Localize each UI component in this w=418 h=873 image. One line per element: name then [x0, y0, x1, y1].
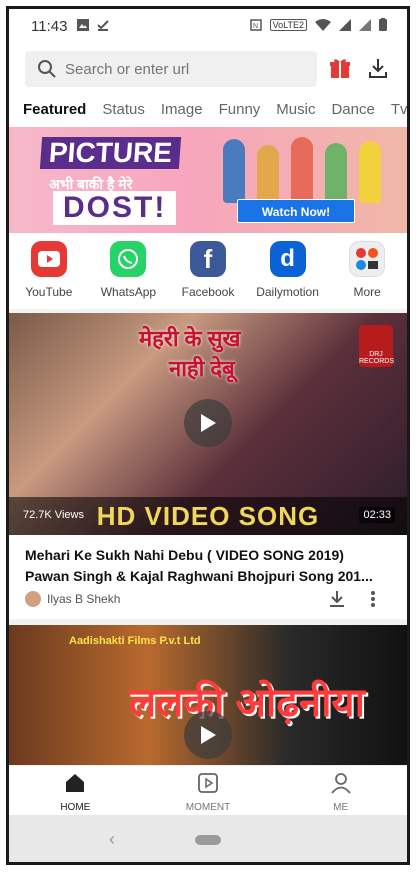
wifi-icon [315, 18, 331, 31]
banner-figure [359, 141, 381, 203]
moment-icon [198, 773, 218, 793]
app-label: YouTube [25, 285, 73, 299]
thumbnail-text: Aadishakti Films P.v.t Ltd [69, 635, 201, 647]
nav-home[interactable]: HOME [35, 766, 115, 815]
app-label: Facebook [181, 285, 235, 299]
status-bar: 11:43 N VoLTE2 [9, 9, 407, 45]
tab-music[interactable]: Music [268, 95, 323, 127]
thumbnail-text: नाही देबू [169, 356, 235, 381]
tab-featured[interactable]: Featured [9, 95, 94, 127]
notification-icons [77, 19, 109, 31]
search-input[interactable] [65, 51, 305, 87]
signal-2-icon [359, 18, 371, 31]
tab-funny[interactable]: Funny [211, 95, 269, 127]
app-shortcuts: YouTube WhatsApp f Facebook d Dailymotio… [9, 241, 407, 309]
play-button[interactable] [184, 711, 232, 759]
tab-status[interactable]: Status [94, 95, 153, 127]
banner-figure [291, 137, 313, 203]
battery-icon [379, 18, 387, 31]
search-icon [38, 60, 56, 78]
app-more[interactable]: More [331, 241, 403, 309]
thumbnail-text: ललकी ओढ़नीया [129, 681, 365, 725]
banner-figure [257, 145, 279, 203]
app-label: More [353, 285, 381, 299]
play-icon [201, 414, 216, 432]
profile-icon [330, 773, 351, 794]
video-info: Mehari Ke Sukh Nahi Debu ( VIDEO SONG 20… [9, 535, 407, 623]
channel-logo: DRJ RECORDS [359, 325, 394, 367]
avatar [25, 591, 41, 607]
home-pill[interactable] [195, 835, 221, 845]
video-thumbnail[interactable]: Aadishakti Films P.v.t Ltd ललकी ओढ़नीया [9, 625, 407, 765]
app-label: Dailymotion [256, 285, 319, 299]
signal-icon [339, 18, 351, 31]
video-title[interactable]: Mehari Ke Sukh Nahi Debu ( VIDEO SONG 20… [25, 545, 385, 587]
category-tabs: Featured Status Image Funny Music Dance … [9, 95, 407, 127]
thumbnail-text: मेहरी के सुख [139, 326, 241, 351]
nav-moment[interactable]: MOMENT [168, 766, 248, 815]
play-button[interactable] [184, 399, 232, 447]
more-options-icon[interactable] [369, 589, 377, 609]
tab-tvs[interactable]: Tvs [383, 95, 407, 127]
svg-text:N: N [253, 23, 258, 30]
app-dailymotion[interactable]: d Dailymotion [252, 241, 324, 309]
download-done-icon [97, 20, 109, 31]
nav-label: HOME [60, 802, 91, 813]
watch-now-button[interactable]: Watch Now! [237, 199, 355, 223]
phone-frame: 11:43 N VoLTE2 Featured Status Image Fun… [6, 6, 410, 865]
app-facebook[interactable]: f Facebook [172, 241, 244, 309]
nav-me[interactable]: ME [301, 766, 381, 815]
banner-word: DOST! [53, 191, 177, 225]
banner-figure [223, 139, 245, 203]
video-duration: 02:33 [359, 507, 395, 523]
search-row [9, 49, 407, 91]
banner-title: PICTURE [39, 137, 182, 169]
facebook-icon: f [189, 241, 226, 277]
gallery-notification-icon [77, 19, 89, 31]
nav-label: MOMENT [185, 802, 231, 813]
back-icon[interactable]: ‹ [109, 829, 115, 850]
play-icon [201, 726, 216, 744]
more-apps-icon [349, 241, 386, 277]
video-thumbnail[interactable]: मेहरी के सुख नाही देबू DRJ RECORDS HD VI… [9, 313, 407, 535]
whatsapp-icon [110, 241, 147, 277]
download-icon[interactable] [367, 57, 389, 79]
author-name: Ilyas B Shekh [47, 592, 121, 606]
app-youtube[interactable]: YouTube [13, 241, 85, 309]
app-whatsapp[interactable]: WhatsApp [92, 241, 164, 309]
system-navigation-bar: ‹ [9, 815, 407, 862]
home-icon [66, 774, 85, 792]
tab-image[interactable]: Image [153, 95, 211, 127]
youtube-icon [30, 241, 67, 277]
search-bar[interactable] [25, 51, 317, 87]
app-label: WhatsApp [100, 285, 157, 299]
status-time: 11:43 [31, 18, 68, 35]
volte-badge: VoLTE2 [269, 18, 307, 31]
video-author[interactable]: Ilyas B Shekh [25, 591, 120, 607]
nav-label: ME [333, 802, 349, 813]
dailymotion-icon: d [269, 241, 306, 277]
view-count: 72.7K Views [23, 509, 84, 521]
tab-dance[interactable]: Dance [323, 95, 382, 127]
bottom-navigation: HOME MOMENT ME [9, 765, 407, 815]
download-icon[interactable] [327, 589, 347, 609]
banner-figure [325, 143, 347, 203]
nfc-icon: N [249, 18, 262, 31]
gift-icon[interactable] [329, 57, 351, 79]
system-status-icons: N VoLTE2 [249, 18, 387, 31]
promo-banner[interactable]: PICTURE अभी बाकी है मेरे DOST! Watch Now… [9, 127, 407, 233]
